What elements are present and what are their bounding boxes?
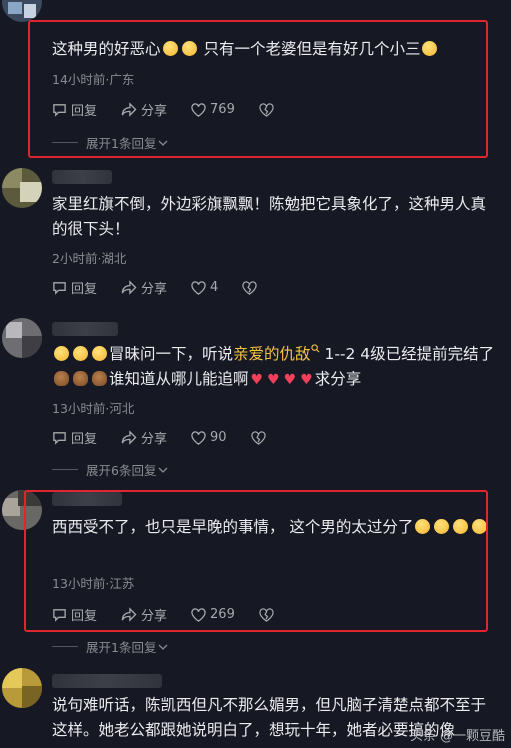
share-icon (121, 280, 137, 295)
dislike-button[interactable] (242, 280, 261, 295)
chevron-down-icon (158, 644, 168, 650)
poop-emoji-icon (73, 371, 88, 386)
highlight-box (24, 490, 488, 632)
username-blurred[interactable] (52, 170, 112, 184)
reply-icon (53, 432, 66, 445)
reply-button[interactable]: 回复 (52, 278, 97, 297)
heart-emoji-icon: ♥ (267, 372, 280, 388)
heart-emoji-icon: ♥ (283, 372, 297, 388)
avatar[interactable] (2, 318, 42, 358)
poop-emoji-icon (54, 371, 69, 386)
comment-meta: 2小时前·湖北 (52, 251, 127, 266)
face-emoji-icon (92, 346, 107, 361)
face-emoji-icon (73, 346, 88, 361)
broken-heart-icon (250, 430, 266, 445)
comment-actions: 回复 分享 90 (52, 428, 294, 447)
share-button[interactable]: 分享 (121, 428, 167, 447)
heart-icon (191, 430, 206, 445)
like-button[interactable]: 4 (191, 280, 218, 295)
avatar[interactable] (2, 668, 42, 708)
search-icon (310, 344, 320, 353)
expand-replies-button[interactable]: 展开1条回复 (52, 637, 168, 656)
username-blurred[interactable] (52, 322, 118, 336)
heart-emoji-icon: ♥ (250, 372, 264, 388)
broken-heart-icon (242, 280, 257, 295)
chevron-down-icon (158, 467, 168, 473)
dislike-button[interactable] (250, 430, 270, 445)
share-button[interactable]: 分享 (121, 278, 167, 297)
heart-emoji-icon: ♥ (300, 372, 313, 388)
reply-icon (53, 282, 66, 295)
heart-icon (191, 280, 206, 295)
share-icon (121, 430, 137, 445)
avatar[interactable] (2, 0, 42, 22)
watermark: 头条 @一颗豆酷 (409, 729, 505, 744)
reply-button[interactable]: 回复 (52, 428, 97, 447)
expand-replies-button[interactable]: 展开6条回复 (52, 460, 168, 479)
face-emoji-icon (54, 346, 69, 361)
drama-link[interactable]: 亲爱的仇敌 (233, 345, 311, 363)
comment-text: 冒昧问一下，听说亲爱的仇敌 1--2 4级已经提前完结了谁知道从哪儿能追啊 ♥ ♥ ♥… (52, 342, 501, 393)
poop-emoji-icon (92, 371, 107, 386)
avatar[interactable] (2, 168, 42, 208)
highlight-box (28, 20, 488, 158)
like-button[interactable]: 90 (191, 430, 227, 445)
comment-text: 家里红旗不倒，外边彩旗飘飘！陈勉把它具象化了，这种男人真的很下头！ (52, 195, 487, 238)
comment-meta: 13小时前·河北 (52, 401, 135, 416)
comment-actions: 回复 分享 4 (52, 278, 285, 297)
username-blurred[interactable] (52, 674, 162, 688)
